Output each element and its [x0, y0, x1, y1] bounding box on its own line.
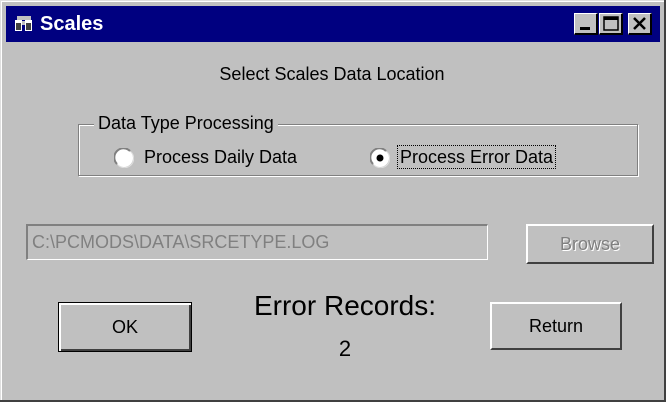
radio-label-daily: Process Daily Data [144, 147, 298, 167]
browse-button[interactable]: Browse [526, 224, 654, 264]
app-icon[interactable] [14, 15, 34, 33]
data-path-field[interactable]: C:\PCMODS\DATA\SRCETYPE.LOG [26, 224, 488, 260]
minimize-button[interactable] [574, 13, 598, 35]
close-button[interactable] [628, 13, 652, 35]
window-title: Scales [40, 13, 104, 35]
return-button[interactable]: Return [490, 302, 622, 350]
radio-label-error: Process Error Data [396, 145, 557, 169]
maximize-icon [603, 16, 619, 31]
title-bar[interactable]: Scales [6, 6, 660, 42]
error-records-count: 2 [338, 336, 352, 361]
scales-window: Scales Select Scales Data Location Data … [0, 0, 666, 402]
minimize-icon [580, 27, 590, 30]
error-records-label: Error Records: [253, 290, 437, 321]
ok-button[interactable]: OK [58, 302, 192, 352]
instruction-text: Select Scales Data Location [219, 64, 445, 84]
radio-checked-icon [370, 148, 390, 168]
maximize-button[interactable] [599, 13, 623, 35]
radio-unchecked-icon [114, 148, 134, 168]
close-icon [633, 17, 646, 30]
groupbox-label: Data Type Processing [94, 112, 278, 134]
